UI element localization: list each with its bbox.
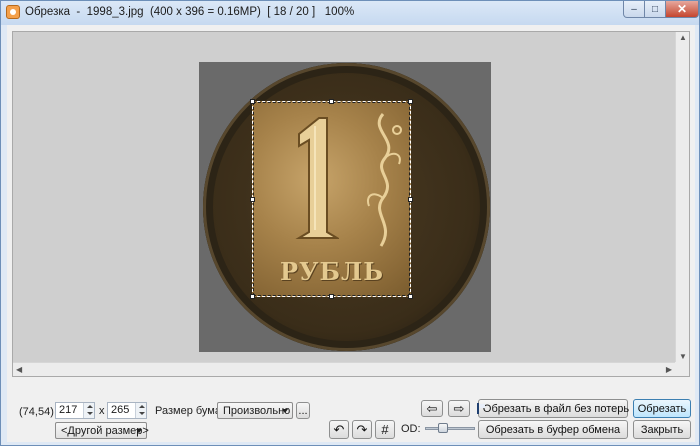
rotate-right-button[interactable]: ↷ (352, 420, 372, 439)
window-title: Обрезка - 1998_3.jpg (400 x 396 = 0.16MP… (25, 6, 355, 18)
horizontal-scrollbar[interactable]: ◀ ▶ (13, 362, 675, 376)
crop-to-clipboard-button[interactable]: Обрезать в буфер обмена (478, 420, 628, 439)
arrow-left-icon: ⇦ (426, 401, 438, 416)
floral-ornament (367, 113, 402, 247)
crop-width-input[interactable]: 217 (55, 402, 95, 419)
minimize-button[interactable]: – (623, 1, 645, 18)
crop-window: Обрезка - 1998_3.jpg (400 x 396 = 0.16MP… (0, 0, 700, 446)
crop-handle-left[interactable] (250, 197, 255, 202)
grid-toggle-button[interactable]: # (375, 420, 395, 439)
od-slider[interactable] (425, 423, 475, 433)
crop-button[interactable]: Обрезать (633, 399, 691, 418)
paper-size-value: Произвольно (223, 405, 291, 417)
title-bar: Обрезка - 1998_3.jpg (400 x 396 = 0.16MP… (1, 1, 699, 25)
vertical-scrollbar[interactable]: ▲ ▼ (675, 32, 689, 362)
chevron-down-icon (282, 409, 288, 413)
od-slider-thumb[interactable] (438, 423, 448, 433)
crop-lossless-button[interactable]: Обрезать в файл без потерь (476, 399, 630, 418)
crop-lossless-label: Обрезать в файл без потерь (482, 402, 630, 415)
close-button[interactable]: Закрыть (633, 420, 691, 439)
crop-selection[interactable]: РУБЛЬ (250, 99, 413, 299)
chevron-down-icon (136, 429, 142, 433)
bottom-toolbar: (74,54) 217 x 265 Размер бумаги: Произво… (7, 381, 695, 441)
scroll-right-icon[interactable]: ▶ (666, 365, 672, 374)
crop-handle-top-right[interactable] (408, 99, 413, 104)
numeral-one-graphic (295, 117, 339, 239)
width-stepper-icon[interactable] (83, 403, 94, 418)
next-image-button[interactable]: ⇨ (448, 400, 470, 417)
paper-size-more-button[interactable]: ... (296, 402, 310, 419)
selection-coordinates: (74,54) (19, 406, 54, 418)
save-disk-icon (476, 403, 485, 414)
arrow-right-icon: ⇨ (453, 401, 465, 416)
rotate-left-icon: ↶ (333, 422, 345, 437)
crop-label: Обрезать (637, 402, 687, 415)
crop-handle-top[interactable] (329, 99, 334, 104)
crop-height-input[interactable]: 265 (107, 402, 147, 419)
crop-handle-bottom-right[interactable] (408, 294, 413, 299)
height-stepper-icon[interactable] (135, 403, 146, 418)
grid-icon: # (381, 422, 389, 437)
scroll-down-icon[interactable]: ▼ (679, 352, 687, 361)
previous-image-button[interactable]: ⇦ (421, 400, 443, 417)
scroll-corner (675, 362, 689, 376)
rotate-left-button[interactable]: ↶ (329, 420, 349, 439)
maximize-button[interactable]: □ (644, 1, 666, 18)
app-icon (6, 5, 20, 19)
crop-handle-right[interactable] (408, 197, 413, 202)
crop-handle-top-left[interactable] (250, 99, 255, 104)
times-sign: x (99, 405, 105, 417)
image-viewer[interactable]: РУБЛЬ ▲ ▼ ◀ ▶ (12, 31, 690, 377)
paper-size-select[interactable]: Произвольно (217, 402, 293, 419)
od-label: OD: (401, 423, 421, 435)
crop-height-value: 265 (111, 404, 130, 416)
crop-clipboard-label: Обрезать в буфер обмена (485, 423, 621, 436)
other-size-select[interactable]: <Другой размер> (55, 422, 149, 439)
maximize-icon: □ (651, 3, 659, 15)
scroll-up-icon[interactable]: ▲ (679, 33, 687, 42)
coin-caption: РУБЛЬ (279, 257, 385, 286)
more-label: ... (298, 404, 308, 417)
close-label: Закрыть (640, 423, 684, 436)
crop-handle-bottom-left[interactable] (250, 294, 255, 299)
crop-handle-bottom[interactable] (329, 294, 334, 299)
crop-width-value: 217 (59, 404, 78, 416)
scroll-left-icon[interactable]: ◀ (16, 365, 22, 374)
close-window-button[interactable]: ✕ (665, 1, 699, 18)
dialog-client: РУБЛЬ ▲ ▼ ◀ ▶ (74,54) 217 x 265 Размер б… (7, 25, 695, 442)
close-icon: ✕ (676, 2, 688, 16)
minimize-icon: – (631, 3, 637, 15)
rotate-right-icon: ↷ (356, 422, 368, 437)
